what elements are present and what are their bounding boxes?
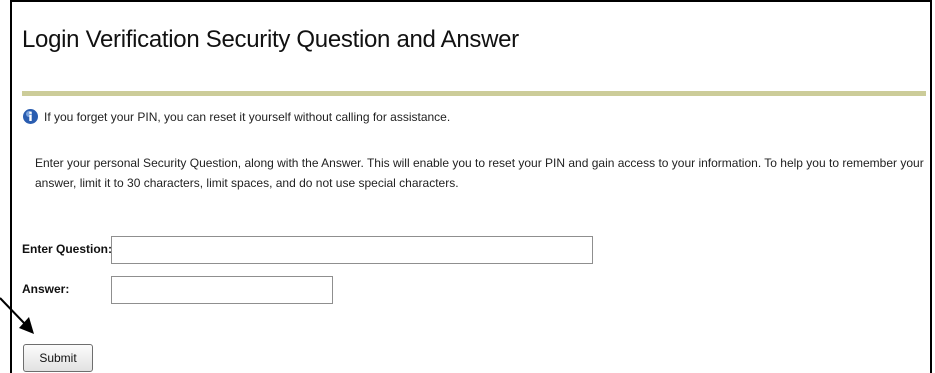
question-label: Enter Question: <box>22 242 113 256</box>
info-icon <box>22 108 39 125</box>
info-text: If you forget your PIN, you can reset it… <box>44 109 451 124</box>
info-message: If you forget your PIN, you can reset it… <box>22 108 450 125</box>
title-divider <box>22 91 926 96</box>
submit-button[interactable]: Submit <box>23 344 93 372</box>
instructions-text: Enter your personal Security Question, a… <box>35 156 924 190</box>
answer-input[interactable] <box>111 276 333 304</box>
annotation-arrow-icon <box>0 297 34 334</box>
page-title: Login Verification Security Question and… <box>22 26 519 53</box>
page-frame: Login Verification Security Question and… <box>10 0 932 373</box>
question-input[interactable] <box>111 236 593 264</box>
